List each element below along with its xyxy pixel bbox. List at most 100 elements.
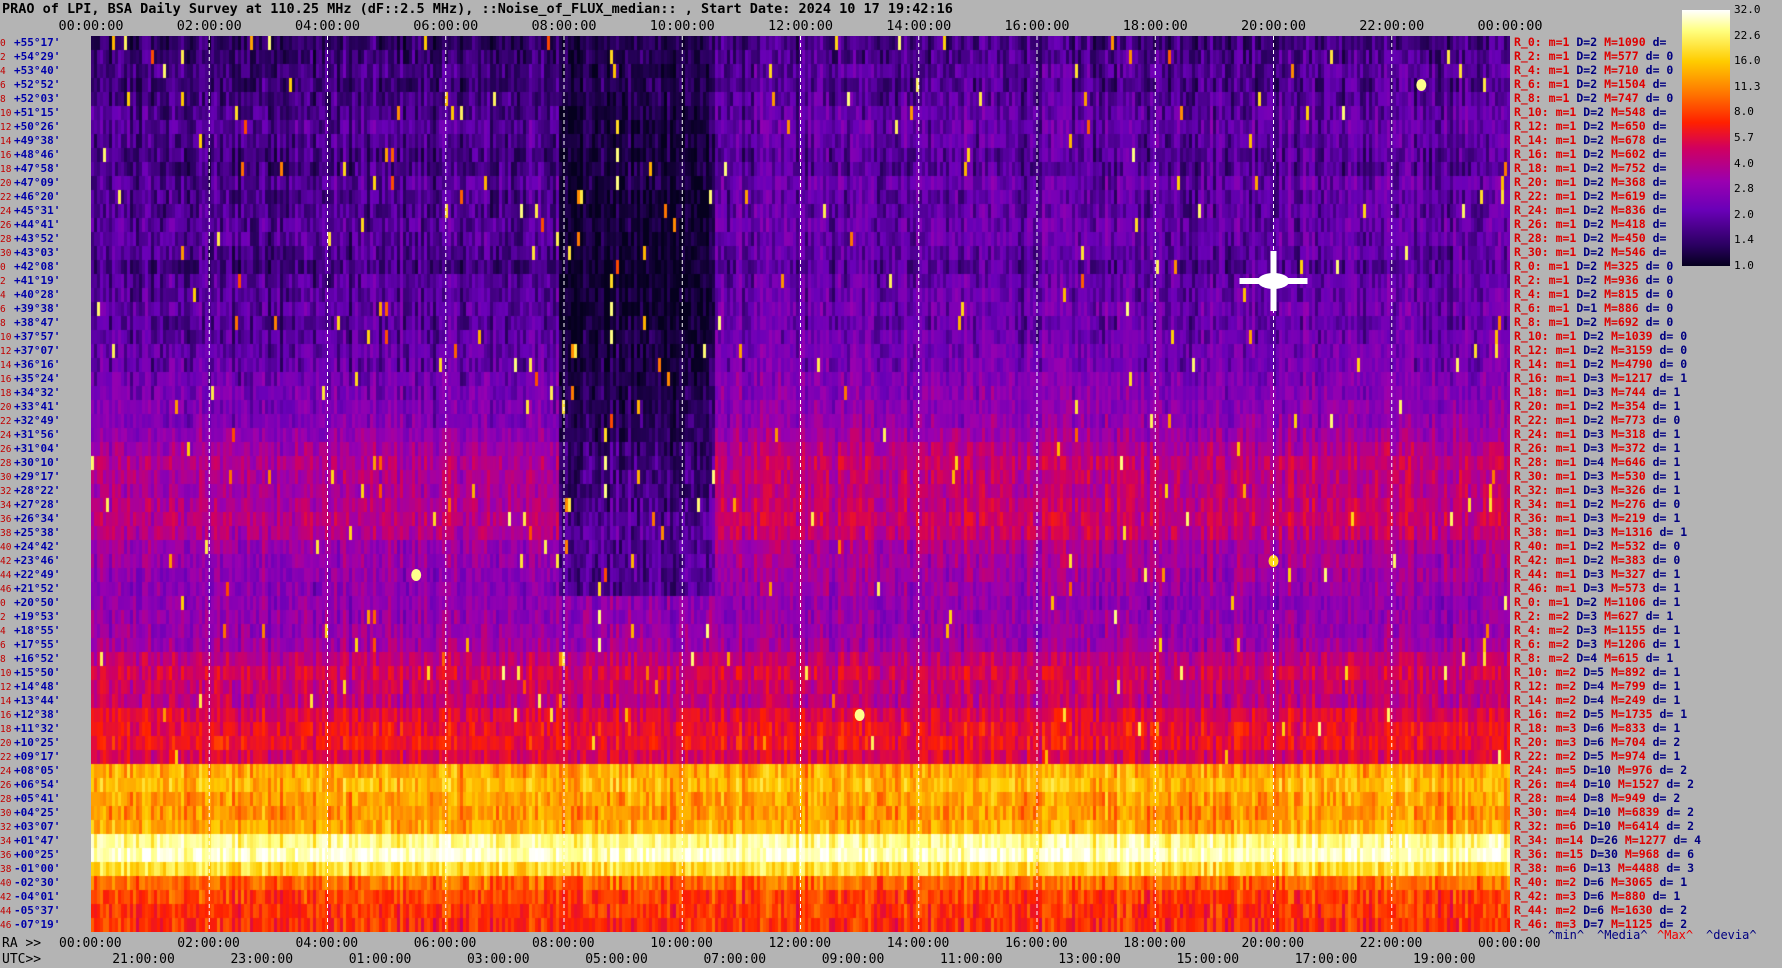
y-tick-label: 18 +34°32' [0, 387, 60, 400]
stat-max: M=3159 [1611, 343, 1653, 357]
stat-r: R_40: [1514, 539, 1549, 553]
stat-r: R_10: [1514, 329, 1549, 343]
stat-r: R_2: [1514, 49, 1542, 63]
stat-r: R_14: [1514, 357, 1549, 371]
legend-devia: ^devia^ [1706, 928, 1757, 942]
stat-d: D=2 [1576, 63, 1598, 77]
y-tick-label: 10 +37°57' [0, 331, 60, 344]
stat-d: D=2 [1583, 161, 1605, 175]
row-stat: R_4: m=2 D=3 M=1155 d= 1 [1514, 624, 1680, 637]
stat-m: m=1 [1555, 133, 1577, 147]
row-stat: R_22: m=1 D=2 M=619 d= [1514, 190, 1666, 203]
stat-r: R_28: [1514, 455, 1549, 469]
y-tick-label: 10 +51°15' [0, 107, 60, 120]
dec-label: -04°01' [14, 890, 61, 903]
row-stat: R_16: m=2 D=5 M=1735 d= 1 [1514, 708, 1687, 721]
y-tick-label: 32 +28°22' [0, 485, 60, 498]
stat-r: R_16: [1514, 147, 1549, 161]
ra-tick-label: 04:00:00 [295, 936, 359, 951]
y-tick-label: 38 +25°38' [0, 527, 60, 540]
y-tick-label: 4 +40°28' [0, 289, 60, 302]
stat-dev: d= [1652, 175, 1667, 189]
row-index: 16 [0, 710, 12, 721]
dec-label: +01°47' [14, 834, 61, 847]
ra-tick-label: 06:00:00 [413, 936, 477, 951]
stat-max: M=815 [1604, 287, 1639, 301]
stat-dev: d= 2 [1659, 763, 1688, 777]
y-tick-label: 42 +23°46' [0, 555, 60, 568]
stat-dev: d= 0 [1645, 273, 1674, 287]
stat-r: R_20: [1514, 175, 1549, 189]
row-index: 18 [0, 164, 12, 175]
utc-tick-label: 01:00:00 [348, 952, 412, 967]
row-stat: R_12: m=1 D=2 M=650 d= [1514, 120, 1666, 133]
stat-r: R_0: [1514, 259, 1542, 273]
stat-r: R_10: [1514, 665, 1549, 679]
stat-max: M=678 [1611, 133, 1646, 147]
dec-label: +31°04' [14, 442, 61, 455]
stat-m: m=1 [1555, 245, 1577, 259]
bright-source[interactable] [1416, 79, 1427, 91]
stat-max: M=1106 [1604, 595, 1646, 609]
stat-max: M=968 [1624, 847, 1660, 861]
y-tick-label: 8 +16°52' [0, 653, 60, 666]
dec-label: +15°50' [14, 666, 61, 679]
stat-max: M=368 [1611, 175, 1646, 189]
stat-max: M=627 [1604, 609, 1639, 623]
y-tick-label: 32 +03°07' [0, 821, 60, 834]
stat-dev: d= 0 [1645, 315, 1674, 329]
stat-r: R_0: [1514, 595, 1542, 609]
stat-r: R_14: [1514, 133, 1549, 147]
utc-tick-label: 13:00:00 [1058, 952, 1121, 967]
row-index: 2 [0, 612, 6, 623]
row-stat: R_28: m=1 D=4 M=646 d= 1 [1514, 456, 1680, 469]
y-tick-label: 28 +05°41' [0, 793, 60, 806]
y-tick-label: 22 +32°49' [0, 415, 60, 428]
stat-max: M=325 [1604, 259, 1639, 273]
stat-m: m=2 [1548, 651, 1570, 665]
colorbar-tick: 8.0 [1734, 105, 1754, 119]
stat-max: M=1504 [1604, 77, 1646, 91]
dec-label: +28°22' [14, 484, 61, 497]
dec-label: +40°28' [14, 288, 61, 301]
row-index: 42 [0, 892, 12, 903]
stat-d: D=6 [1583, 903, 1605, 917]
row-index: 28 [0, 458, 12, 469]
stat-max: M=6839 [1617, 805, 1660, 819]
bright-source[interactable] [411, 569, 422, 581]
stat-r: R_18: [1514, 385, 1549, 399]
ra-tick-label: 22:00:00 [1359, 936, 1423, 951]
y-tick-label: 14 +49°38' [0, 135, 60, 148]
stat-r: R_22: [1514, 413, 1549, 427]
stat-d: D=3 [1583, 371, 1605, 385]
stat-dev: d= [1652, 189, 1667, 203]
y-tick-label: 16 +35°24' [0, 373, 60, 386]
bright-source[interactable] [854, 709, 865, 721]
stat-d: D=2 [1583, 329, 1605, 343]
row-index: 24 [0, 206, 12, 217]
stat-d: D=3 [1583, 441, 1605, 455]
y-tick-label: 26 +06°54' [0, 779, 60, 792]
row-stat: R_6: m=1 D=2 M=1504 d= [1514, 78, 1666, 91]
y-tick-label: 44 +22°49' [0, 569, 60, 582]
row-stat: R_14: m=1 D=2 M=678 d= [1514, 134, 1666, 147]
row-stat: R_44: m=1 D=3 M=327 d= 1 [1514, 568, 1680, 581]
stat-max: M=704 [1611, 735, 1646, 749]
row-stat: R_10: m=2 D=5 M=892 d= 1 [1514, 666, 1680, 679]
row-index: 8 [0, 318, 6, 329]
stat-d: D=13 [1583, 861, 1611, 875]
stat-d: D=26 [1590, 833, 1618, 847]
row-stat: R_6: m=2 D=3 M=1206 d= 1 [1514, 638, 1680, 651]
row-index: 14 [0, 696, 12, 707]
stat-m: m=1 [1555, 105, 1577, 119]
stat-r: R_8: [1514, 91, 1542, 105]
colorbar-tick: 4.0 [1734, 156, 1754, 170]
stat-d: D=3 [1576, 623, 1598, 637]
dec-label: +54°29' [14, 50, 61, 63]
row-stat: R_12: m=1 D=2 M=3159 d= 0 [1514, 344, 1687, 357]
stat-r: R_8: [1514, 651, 1542, 665]
stat-r: R_24: [1514, 427, 1549, 441]
stat-r: R_14: [1514, 693, 1549, 707]
stat-d: D=2 [1576, 49, 1598, 63]
stat-max: M=532 [1611, 539, 1646, 553]
